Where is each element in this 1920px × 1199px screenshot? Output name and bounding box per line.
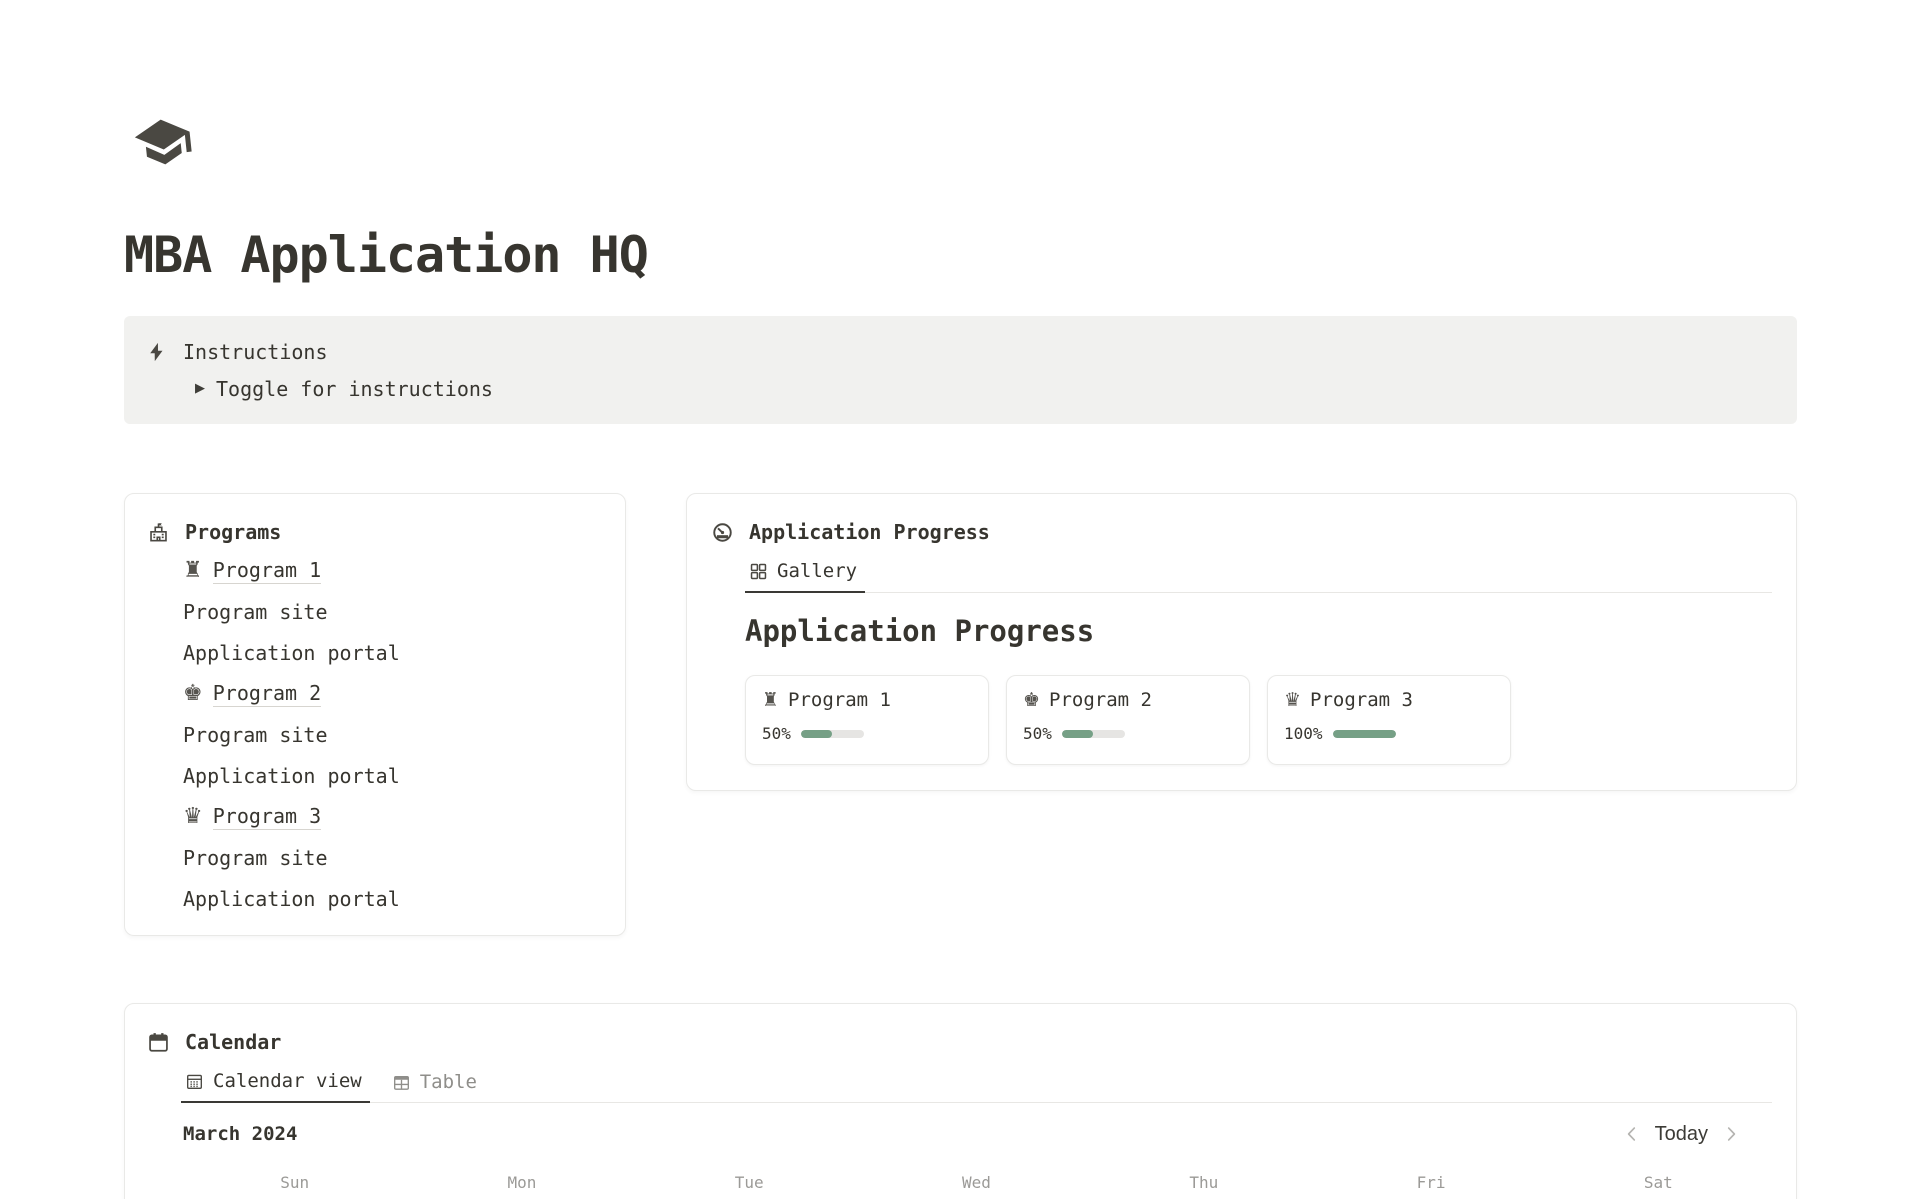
gallery-card-program-2[interactable]: ♚ Program 2 50% (1006, 675, 1250, 765)
day-header-thu: Thu (1090, 1173, 1317, 1192)
school-building-icon (147, 521, 170, 544)
king-icon: ♚ (183, 683, 203, 705)
calendar-view-tab-label: Calendar view (213, 1070, 362, 1092)
rook-icon: ♜ (183, 560, 203, 582)
calendar-view-icon (185, 1072, 204, 1091)
gallery-card-title: Program 1 (788, 689, 891, 711)
programs-header: Programs (147, 520, 601, 544)
gallery-card-title: Program 3 (1310, 689, 1413, 711)
day-header-mon: Mon (408, 1173, 635, 1192)
program-page-link[interactable]: ♚ Program 2 (183, 673, 601, 714)
graduation-cap-icon[interactable] (130, 112, 196, 172)
program-page-link[interactable]: ♛ Program 3 (183, 796, 601, 837)
progress-bar (1333, 730, 1396, 738)
application-portal-link[interactable]: Application portal (183, 878, 601, 919)
table-tab-label: Table (420, 1071, 477, 1093)
program-site-link[interactable]: Program site (183, 591, 601, 632)
prev-month-button[interactable] (1621, 1123, 1643, 1145)
callout-title: Instructions (183, 340, 328, 364)
gauge-icon (711, 521, 734, 544)
chevron-left-icon (1621, 1123, 1643, 1145)
cards-row: Programs ♜ Program 1 Program site Applic… (124, 493, 1797, 936)
gallery-tabbar: Gallery (745, 560, 1772, 593)
application-progress-title: Application Progress (749, 520, 990, 544)
calendar-month-label: March 2024 (183, 1123, 297, 1145)
program-site-link[interactable]: Program site (183, 714, 601, 755)
page-title: MBA Application HQ (124, 226, 1797, 284)
progress-row: 50% (1023, 724, 1233, 743)
progress-fill (801, 730, 833, 738)
queen-icon: ♛ (183, 806, 203, 828)
instructions-toggle[interactable]: ▶ Toggle for instructions (195, 370, 1777, 407)
progress-row: 50% (762, 724, 972, 743)
calendar-title: Calendar (185, 1030, 281, 1054)
progress-row: 100% (1284, 724, 1494, 743)
percent-label: 50% (762, 724, 791, 743)
application-progress-header: Application Progress (711, 520, 1772, 544)
toggle-triangle-icon[interactable]: ▶ (195, 382, 205, 395)
progress-bar (801, 730, 864, 738)
toggle-label: Toggle for instructions (216, 377, 493, 401)
gallery-card-title: Program 2 (1049, 689, 1152, 711)
next-month-button[interactable] (1720, 1123, 1742, 1145)
lightning-bolt-icon (146, 341, 168, 363)
gallery-card-program-1[interactable]: ♜ Program 1 50% (745, 675, 989, 765)
gallery-tab-label: Gallery (777, 560, 857, 582)
progress-fill (1062, 730, 1094, 738)
instructions-callout: Instructions ▶ Toggle for instructions (124, 316, 1797, 424)
day-header-sun: Sun (181, 1173, 408, 1192)
day-header-tue: Tue (636, 1173, 863, 1192)
application-portal-link[interactable]: Application portal (183, 632, 601, 673)
program-page-link[interactable]: ♜ Program 1 (183, 550, 601, 591)
calendar-card: Calendar Calendar view (124, 1003, 1797, 1199)
tab-calendar-view[interactable]: Calendar view (181, 1070, 370, 1103)
page-content: MBA Application HQ Instructions ▶ Toggle… (0, 112, 1920, 1199)
day-header-sat: Sat (1545, 1173, 1772, 1192)
rook-icon: ♜ (762, 691, 779, 710)
application-progress-card: Application Progress Gallery Application… (686, 493, 1797, 791)
programs-card: Programs ♜ Program 1 Program site Applic… (124, 493, 626, 936)
gallery-card-program-3[interactable]: ♛ Program 3 100% (1267, 675, 1511, 765)
progress-fill (1333, 730, 1396, 738)
gallery-row: ♜ Program 1 50% ♚ Prog (745, 675, 1772, 765)
program-site-link[interactable]: Program site (183, 837, 601, 878)
tab-table[interactable]: Table (388, 1070, 485, 1103)
day-header-wed: Wed (863, 1173, 1090, 1192)
calendar-tabbar: Calendar view Table (181, 1070, 1772, 1103)
today-button[interactable]: Today (1655, 1123, 1708, 1146)
progress-bar (1062, 730, 1125, 738)
percent-label: 50% (1023, 724, 1052, 743)
board-title: Application Progress (745, 613, 1772, 649)
king-icon: ♚ (1023, 691, 1040, 710)
page: MBA Application HQ Instructions ▶ Toggle… (0, 0, 1920, 1199)
callout-title-row: Instructions (146, 333, 1777, 370)
queen-icon: ♛ (1284, 691, 1301, 710)
gallery-grid-icon (749, 562, 768, 581)
percent-label: 100% (1284, 724, 1323, 743)
chevron-right-icon (1720, 1123, 1742, 1145)
day-header-fri: Fri (1317, 1173, 1544, 1192)
table-icon (392, 1073, 411, 1092)
calendar-icon (147, 1031, 170, 1054)
programs-list: ♜ Program 1 Program site Application por… (183, 550, 601, 919)
calendar-header: Calendar (147, 1030, 1772, 1054)
calendar-toolbar: March 2024 Today (183, 1119, 1742, 1149)
application-portal-link[interactable]: Application portal (183, 755, 601, 796)
programs-title: Programs (185, 520, 281, 544)
today-nav: Today (1621, 1123, 1742, 1146)
day-headers-row: Sun Mon Tue Wed Thu Fri Sat (181, 1173, 1772, 1192)
tab-gallery[interactable]: Gallery (745, 560, 865, 593)
